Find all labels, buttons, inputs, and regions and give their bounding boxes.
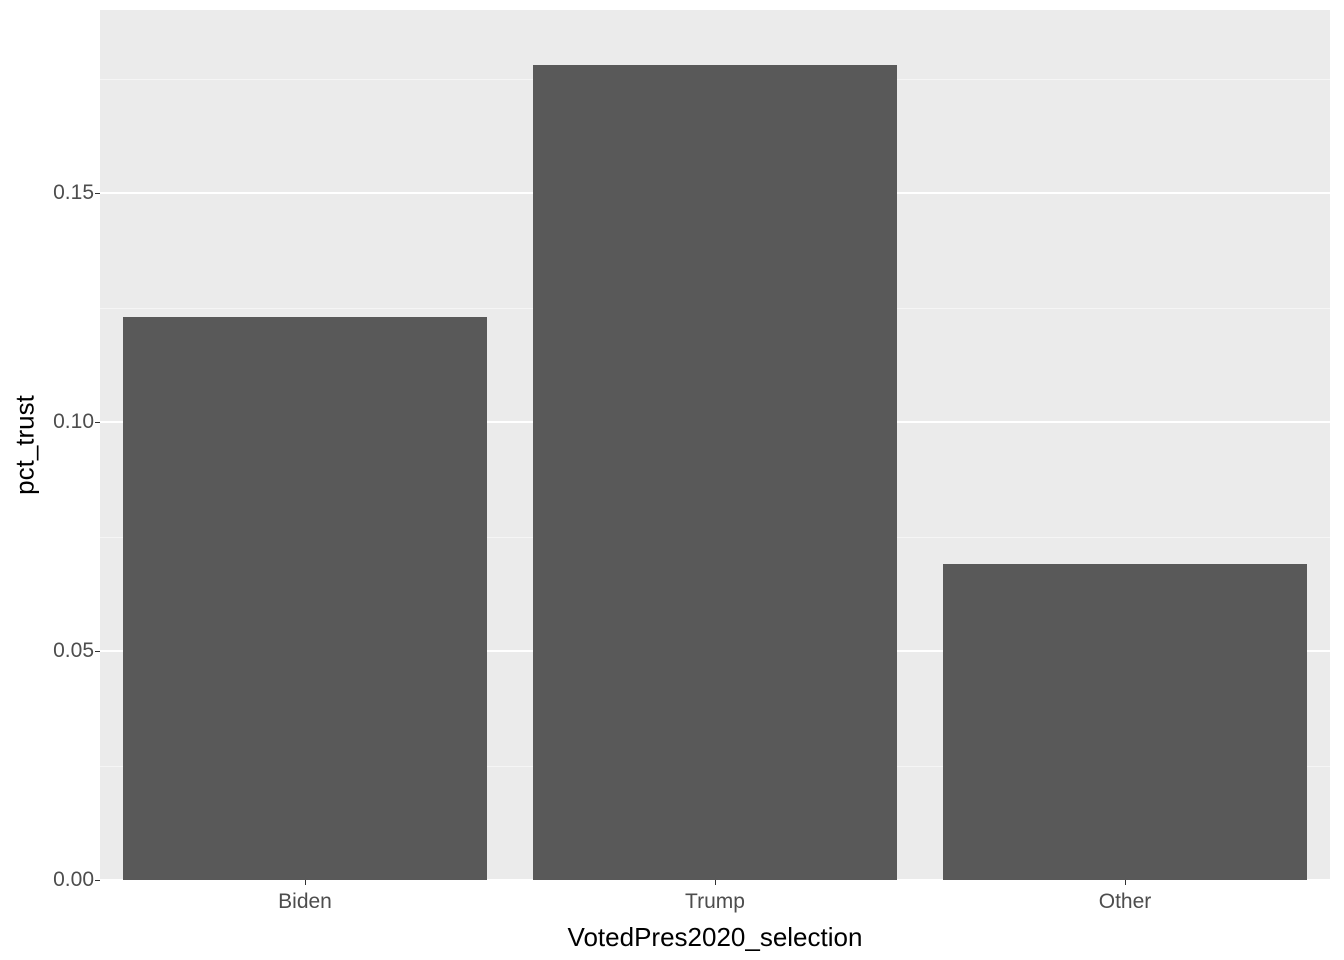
x-tick-mark: [1125, 880, 1126, 885]
y-tick-mark: [95, 193, 100, 194]
x-tick-label: Biden: [278, 890, 332, 914]
y-tick-mark: [95, 651, 100, 652]
y-tick-label: 0.05: [53, 639, 94, 663]
y-tick-mark: [95, 880, 100, 881]
plot-panel: 0.000.050.100.15BidenTrumpOther: [100, 10, 1330, 880]
y-tick-label: 0.15: [53, 181, 94, 205]
y-tick-mark: [95, 422, 100, 423]
x-tick-label: Trump: [685, 890, 745, 914]
chart-container: 0.000.050.100.15BidenTrumpOther pct_trus…: [0, 0, 1344, 960]
x-tick-label: Other: [1099, 890, 1152, 914]
y-tick-label: 0.10: [53, 410, 94, 434]
x-axis-title: VotedPres2020_selection: [568, 922, 863, 953]
bar: [943, 564, 1308, 880]
bar: [533, 65, 898, 880]
x-tick-mark: [305, 880, 306, 885]
y-axis-title: pct_trust: [10, 395, 41, 495]
y-tick-label: 0.00: [53, 868, 94, 892]
x-tick-mark: [715, 880, 716, 885]
bar: [123, 317, 488, 880]
